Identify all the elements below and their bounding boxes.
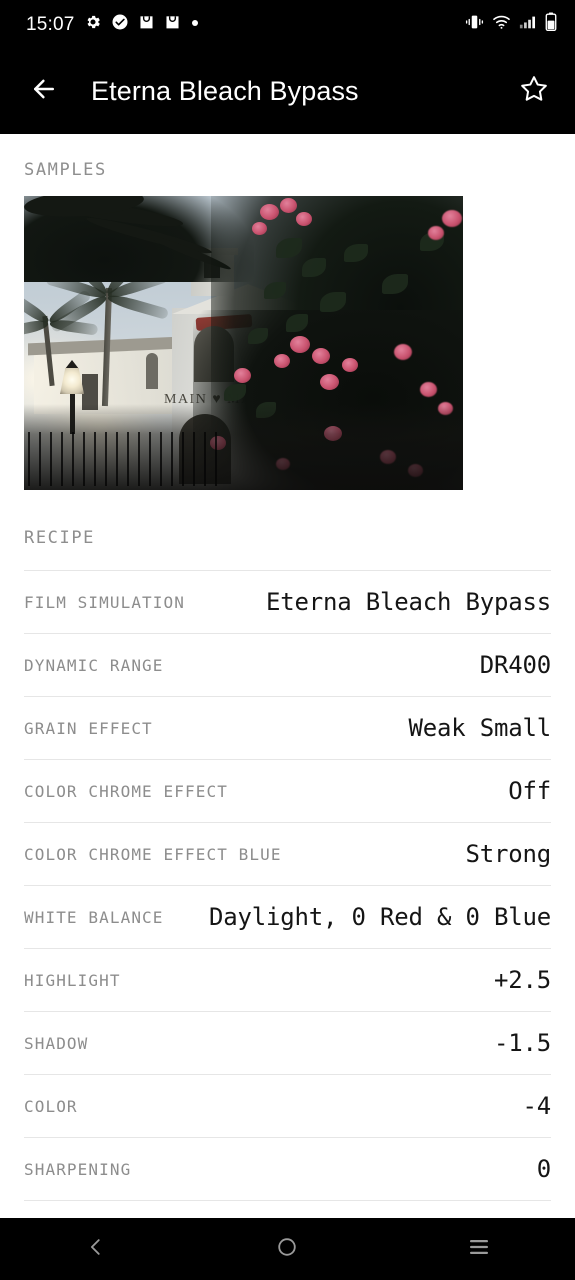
- table-row[interactable]: WHITE BALANCE Daylight, 0 Red & 0 Blue: [24, 885, 551, 948]
- back-button[interactable]: [22, 69, 66, 113]
- table-row[interactable]: COLOR -4: [24, 1074, 551, 1137]
- row-label: GRAIN EFFECT: [24, 718, 153, 738]
- recipe-heading: RECIPE: [24, 528, 96, 548]
- signal-icon: [519, 14, 537, 35]
- table-row[interactable]: FILM SIMULATION Eterna Bleach Bypass: [24, 570, 551, 633]
- sample-photo[interactable]: MAIN ♥ MA: [24, 196, 463, 490]
- sample-photo-image: MAIN ♥ MA: [24, 196, 463, 490]
- status-bar: 15:07: [0, 0, 575, 48]
- status-time: 15:07: [26, 13, 75, 35]
- row-value: DR400: [479, 651, 551, 679]
- row-value: -1.5: [494, 1029, 551, 1057]
- row-value: Off: [508, 777, 551, 805]
- photo-flower: [342, 358, 358, 372]
- check-circle-icon: [111, 13, 129, 36]
- photo-flower: [274, 354, 290, 368]
- table-row[interactable]: SHARPENING 0: [24, 1137, 551, 1200]
- nav-home-button[interactable]: [242, 1218, 332, 1280]
- photo-flower: [280, 198, 297, 213]
- row-value: Weak Small: [408, 714, 552, 742]
- table-row[interactable]: HIGHLIGHT +2.5: [24, 948, 551, 1011]
- photo-flower: [296, 212, 312, 226]
- nav-recents-button[interactable]: [434, 1218, 524, 1280]
- vibrate-icon: [465, 14, 484, 35]
- row-label: SHADOW: [24, 1033, 89, 1053]
- table-row[interactable]: GRAIN EFFECT Weak Small: [24, 696, 551, 759]
- photo-flower: [290, 336, 310, 353]
- photo-flower: [260, 204, 279, 220]
- photo-flower: [252, 222, 267, 235]
- photo-flower: [420, 382, 437, 397]
- samples-strip[interactable]: MAIN ♥ MA: [0, 196, 575, 490]
- star-outline-icon: [518, 73, 550, 110]
- table-row[interactable]: COLOR CHROME EFFECT Off: [24, 759, 551, 822]
- wifi-icon: [492, 14, 511, 35]
- app-screen: 15:07 Eterna Bleach Bypass SAMPLES MAIN …: [0, 0, 575, 1280]
- photo-flower: [320, 374, 339, 390]
- status-bar-left: 15:07: [26, 13, 200, 36]
- row-value: Strong: [465, 840, 552, 868]
- gear-icon: [84, 13, 102, 36]
- photo-building-window: [146, 353, 158, 389]
- status-bar-right: [465, 12, 557, 36]
- photo-flower: [312, 348, 330, 364]
- photo-flower: [394, 344, 412, 360]
- arrow-left-icon: [29, 74, 59, 109]
- row-value: -4: [522, 1092, 552, 1120]
- row-value: 0: [536, 1155, 551, 1183]
- samples-heading: SAMPLES: [24, 160, 107, 180]
- system-navigation-bar: [0, 1218, 575, 1280]
- favorite-button[interactable]: [511, 68, 557, 114]
- back-chevron-icon: [85, 1236, 107, 1263]
- shopping-bag-icon: [164, 13, 181, 36]
- battery-icon: [545, 12, 557, 36]
- nav-back-button[interactable]: [51, 1218, 141, 1280]
- table-row[interactable]: SHADOW -1.5: [24, 1011, 551, 1074]
- row-value: +2.5: [494, 966, 551, 994]
- row-label: FILM SIMULATION: [24, 592, 185, 612]
- photo-flower: [428, 226, 444, 240]
- row-label: COLOR CHROME EFFECT: [24, 781, 228, 801]
- row-label: HIGHLIGHT: [24, 970, 121, 990]
- shopping-bag-icon: [138, 13, 155, 36]
- row-value: Daylight, 0 Red & 0 Blue: [209, 903, 551, 931]
- row-label: SHARPENING: [24, 1159, 132, 1179]
- list-bottom-divider: [24, 1200, 551, 1201]
- row-label: DYNAMIC RANGE: [24, 655, 164, 675]
- row-label: WHITE BALANCE: [24, 907, 164, 927]
- scroll-content[interactable]: SAMPLES MAIN RECIPE FILM SIMULATION Eter…: [0, 134, 575, 1218]
- dot-icon: [190, 15, 200, 33]
- photo-flower: [442, 210, 462, 227]
- recipe-section: RECIPE FILM SIMULATION Eterna Bleach Byp…: [0, 528, 575, 1201]
- photo-flower: [234, 368, 251, 383]
- row-label: COLOR: [24, 1096, 78, 1116]
- photo-fence: [28, 432, 218, 486]
- page-title: Eterna Bleach Bypass: [91, 75, 359, 106]
- recents-menu-icon: [467, 1236, 491, 1263]
- app-bar: Eterna Bleach Bypass: [0, 48, 575, 134]
- row-label: COLOR CHROME EFFECT BLUE: [24, 844, 282, 864]
- row-value: Eterna Bleach Bypass: [266, 588, 551, 616]
- table-row[interactable]: DYNAMIC RANGE DR400: [24, 633, 551, 696]
- home-circle-icon: [276, 1236, 298, 1263]
- table-row[interactable]: COLOR CHROME EFFECT BLUE Strong: [24, 822, 551, 885]
